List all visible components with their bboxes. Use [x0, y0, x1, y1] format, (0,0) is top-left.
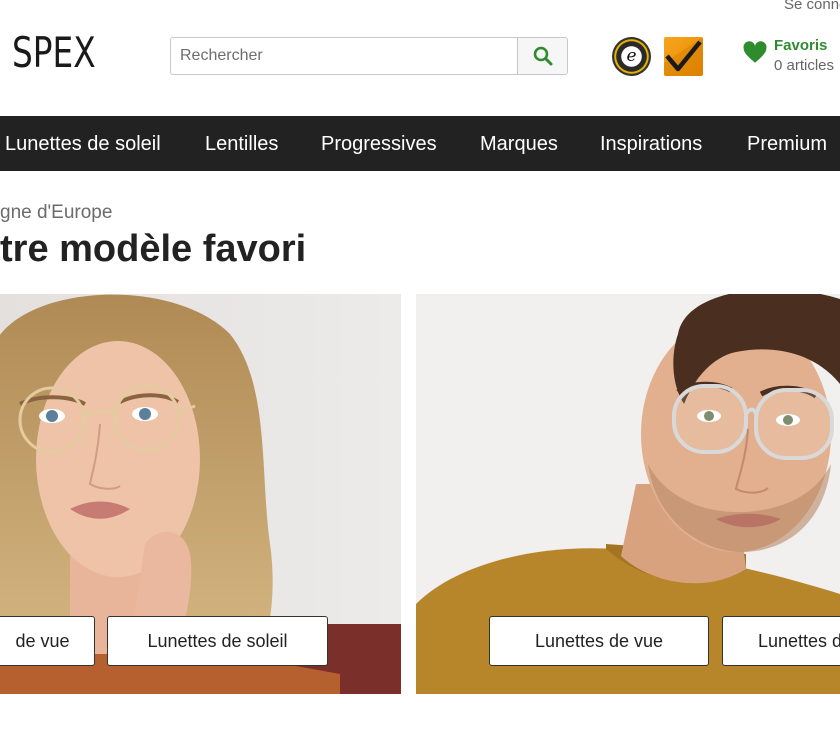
- favorites-text: Favoris 0 articles: [774, 36, 834, 76]
- favorites-count: 0 articles: [774, 57, 835, 74]
- card-men-sunglasses-button[interactable]: Lunettes d: [722, 616, 840, 666]
- nav-item-inspirations[interactable]: Inspirations: [600, 133, 702, 156]
- rating-badge[interactable]: [664, 37, 703, 76]
- trusted-shops-badge[interactable]: e: [612, 37, 651, 76]
- login-link[interactable]: Se connecter: [784, 0, 840, 13]
- nav-item-lenses[interactable]: Lentilles: [205, 133, 278, 156]
- trust-badge-letter: e: [626, 46, 637, 66]
- nav-item-premium[interactable]: Premium: [747, 133, 827, 156]
- search-bar: [170, 37, 568, 75]
- promo-card-men[interactable]: Lunettes de vue Lunettes d: [416, 294, 840, 694]
- nav-item-progressives[interactable]: Progressives: [321, 133, 437, 156]
- favorites[interactable]: Favoris 0 articles: [742, 36, 834, 76]
- spex-logo[interactable]: SPEX: [12, 30, 96, 76]
- card-women-sunglasses-button[interactable]: Lunettes de soleil: [107, 616, 328, 666]
- search-input[interactable]: [171, 38, 517, 74]
- promo-card-women[interactable]: de vue Lunettes de soleil: [0, 294, 401, 694]
- favorites-label: Favoris: [774, 37, 828, 54]
- search-icon: [533, 46, 552, 66]
- nav-item-brands[interactable]: Marques: [480, 133, 558, 156]
- search-button[interactable]: [517, 38, 567, 74]
- hero-title: tre modèle favori: [0, 228, 307, 270]
- hero-eyebrow: gne d'Europe: [0, 202, 113, 223]
- card-women-eyeglasses-button[interactable]: de vue: [0, 616, 95, 666]
- checkmark-icon: [664, 37, 703, 76]
- main-nav: Lunettes de soleil Lentilles Progressive…: [0, 116, 840, 171]
- nav-item-sunglasses[interactable]: Lunettes de soleil: [5, 133, 161, 156]
- heart-icon: [743, 41, 767, 63]
- card-men-eyeglasses-button[interactable]: Lunettes de vue: [489, 616, 709, 666]
